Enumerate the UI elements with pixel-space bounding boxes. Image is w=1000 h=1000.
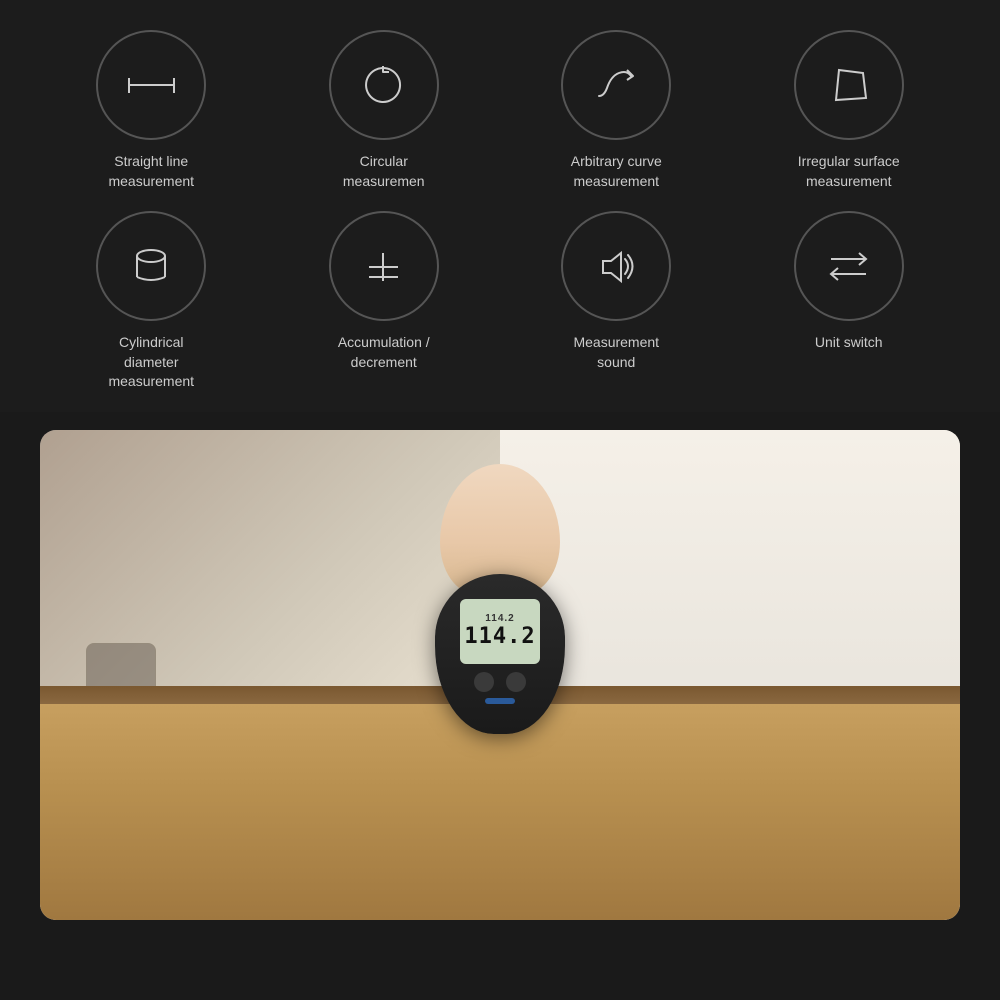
cylindrical-icon: [124, 239, 179, 294]
top-section: Straight line measurement Circular measu…: [0, 0, 1000, 412]
sound-circle: [561, 211, 671, 321]
feature-cylindrical: Cylindrical diameter measurement: [40, 211, 263, 392]
white-background: [500, 430, 960, 724]
screen-small-value: 114.2: [485, 613, 514, 624]
arbitrary-circle: [561, 30, 671, 140]
straight-line-label: Straight line measurement: [108, 152, 194, 191]
sound-label: Measurement sound: [573, 333, 659, 372]
feature-accumulation: Accumulation / decrement: [273, 211, 496, 392]
circular-label: Circular measuremen: [343, 152, 425, 191]
irregular-surface-icon: [821, 58, 876, 113]
unit-switch-circle: [794, 211, 904, 321]
feature-straight-line: Straight line measurement: [40, 30, 263, 191]
unit-switch-label: Unit switch: [815, 333, 883, 353]
straight-line-circle: [96, 30, 206, 140]
photo-background: 114.2 114.2: [40, 430, 960, 920]
device-button-right: [506, 672, 526, 692]
sound-icon: [589, 239, 644, 294]
circular-circle: [329, 30, 439, 140]
accumulation-circle: [329, 211, 439, 321]
arbitrary-curve-icon: [589, 58, 644, 113]
bottom-photo-section: 114.2 114.2: [40, 430, 960, 920]
straight-line-icon: [124, 58, 179, 113]
device-button-left: [474, 672, 494, 692]
cylindrical-label: Cylindrical diameter measurement: [108, 333, 194, 392]
measurement-device: 114.2 114.2: [435, 574, 565, 734]
feature-arbitrary-curve: Arbitrary curve measurement: [505, 30, 728, 191]
irregular-surface-label: Irregular surface measurement: [798, 152, 900, 191]
accumulation-icon: [356, 239, 411, 294]
feature-circular: Circular measuremen: [273, 30, 496, 191]
circular-icon: [356, 58, 411, 113]
accumulation-label: Accumulation / decrement: [338, 333, 430, 372]
irregular-circle: [794, 30, 904, 140]
feature-unit-switch: Unit switch: [738, 211, 961, 392]
device-container: 114.2 114.2: [435, 444, 565, 734]
feature-sound: Measurement sound: [505, 211, 728, 392]
unit-switch-icon: [821, 239, 876, 294]
features-grid: Straight line measurement Circular measu…: [40, 30, 960, 392]
device-screen: 114.2 114.2: [460, 599, 540, 664]
arbitrary-curve-label: Arbitrary curve measurement: [571, 152, 662, 191]
device-buttons: [474, 672, 526, 692]
feature-irregular-surface: Irregular surface measurement: [738, 30, 961, 191]
device-bottom-button: [485, 698, 515, 704]
cylindrical-circle: [96, 211, 206, 321]
screen-large-value: 114.2: [464, 624, 535, 649]
